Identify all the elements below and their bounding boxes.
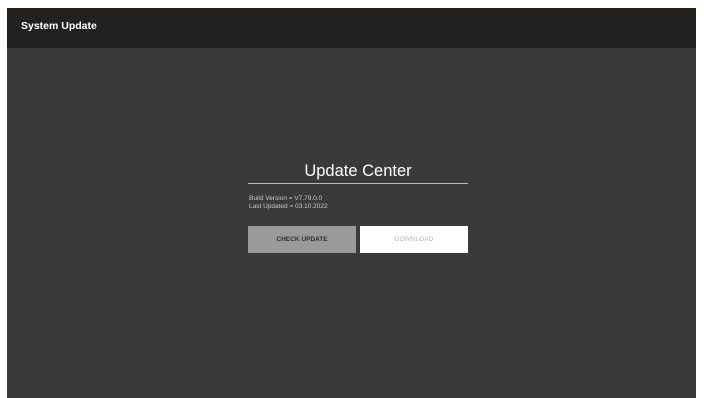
system-update-window: System Update Update Center Build Versio… xyxy=(7,8,696,398)
update-center-heading: Update Center xyxy=(304,162,412,180)
heading-divider xyxy=(248,183,468,184)
window-title: System Update xyxy=(21,20,97,32)
build-version-text: Build Version = V7.79.0.0 xyxy=(249,195,323,202)
title-bar: System Update xyxy=(7,8,696,48)
check-update-button[interactable]: CHECK UPDATE xyxy=(248,226,356,253)
download-button[interactable]: DOWNLOAD xyxy=(360,226,468,253)
last-updated-text: Last Updated = 03.10.2022 xyxy=(249,203,328,210)
